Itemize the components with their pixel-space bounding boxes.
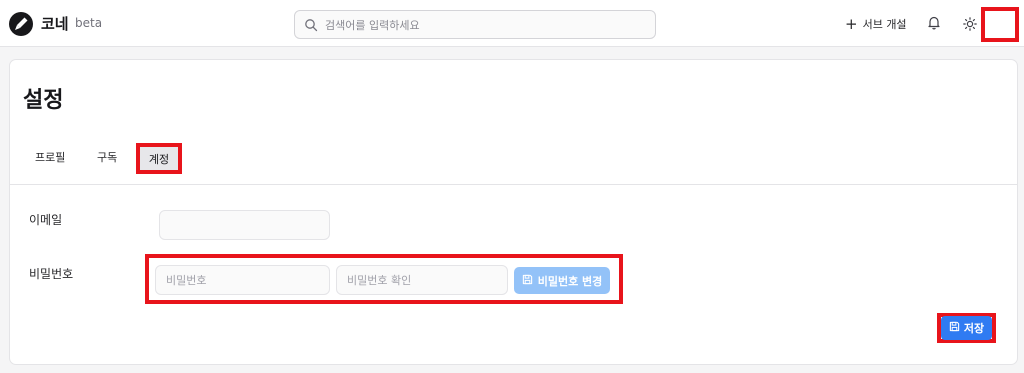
save-button[interactable]: 저장 bbox=[941, 316, 992, 340]
password-field[interactable] bbox=[155, 265, 330, 295]
save-label: 저장 bbox=[963, 322, 985, 335]
save-icon bbox=[949, 321, 960, 335]
plus-icon: + bbox=[845, 14, 858, 33]
tab-subscription[interactable]: 구독 bbox=[97, 149, 117, 165]
password-label: 비밀번호 bbox=[29, 267, 74, 281]
page-title: 설정 bbox=[23, 88, 64, 113]
tab-divider bbox=[10, 184, 1017, 185]
change-password-label: 비밀번호 변경 bbox=[537, 274, 603, 288]
brand-name[interactable]: 코네 bbox=[41, 13, 69, 34]
search-icon bbox=[304, 17, 318, 36]
search-box[interactable] bbox=[294, 10, 656, 39]
email-field[interactable] bbox=[159, 210, 330, 240]
create-sub-label: 서브 개설 bbox=[862, 18, 907, 31]
beta-badge: beta bbox=[75, 16, 103, 30]
email-label: 이메일 bbox=[29, 213, 63, 227]
logo-icon[interactable] bbox=[9, 12, 33, 36]
settings-card: 설정 프로필 구독 계정 이메일 비밀번호 비밀번호 변경 저장 bbox=[9, 59, 1018, 365]
tab-profile[interactable]: 프로필 bbox=[35, 149, 65, 165]
top-navigation-bar: 코네 beta + 서브 개설 bbox=[0, 0, 1024, 47]
bell-icon[interactable] bbox=[927, 15, 941, 34]
save-icon bbox=[522, 274, 533, 288]
search-input[interactable] bbox=[325, 15, 645, 35]
user-menu-button[interactable] bbox=[981, 7, 1019, 42]
tab-account[interactable]: 계정 bbox=[136, 143, 182, 174]
create-sub-button[interactable]: + 서브 개설 bbox=[845, 14, 907, 34]
change-password-button[interactable]: 비밀번호 변경 bbox=[514, 267, 610, 294]
sun-icon[interactable] bbox=[963, 16, 977, 35]
password-confirm-field[interactable] bbox=[336, 265, 508, 295]
